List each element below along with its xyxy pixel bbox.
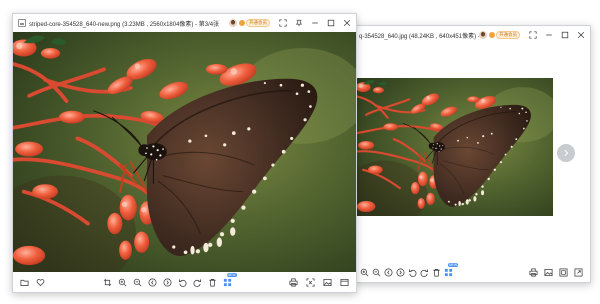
rotate-left-button[interactable] <box>407 267 418 278</box>
butterfly-photo <box>357 78 553 216</box>
new-badge: NEW <box>226 272 237 277</box>
title-bar: striped-core-354528_640-new.png (3.23MB … <box>13 14 356 32</box>
heart-icon <box>36 278 45 286</box>
next-button[interactable] <box>162 277 173 288</box>
user-avatar[interactable] <box>229 19 237 27</box>
fullscreen-toolbar-button[interactable] <box>558 267 569 278</box>
fullscreen-icon <box>340 278 349 286</box>
rotate-right-button[interactable] <box>419 267 430 278</box>
maximize-icon <box>561 31 569 39</box>
zoom-in-button[interactable] <box>359 267 370 278</box>
close-icon <box>343 19 351 27</box>
print-button[interactable] <box>528 267 539 278</box>
minimize-button[interactable] <box>543 29 555 41</box>
crop-button[interactable] <box>102 277 113 288</box>
expand-icon <box>529 31 537 39</box>
fullscreen-button[interactable] <box>527 29 539 41</box>
zoom-out-icon <box>372 268 381 276</box>
print-icon <box>289 278 298 286</box>
print-button[interactable] <box>288 277 299 288</box>
minimize-icon <box>546 34 552 36</box>
zoom-in-icon <box>118 278 126 286</box>
rotate-left-icon <box>178 278 186 287</box>
delete-button[interactable] <box>207 277 218 288</box>
vip-icon <box>489 32 495 38</box>
vip-button[interactable]: 开通会员 <box>496 31 520 39</box>
next-image-button[interactable] <box>557 144 575 162</box>
app-icon <box>18 19 26 27</box>
delete-icon <box>208 278 216 286</box>
butterfly-photo <box>13 32 356 272</box>
expand-icon <box>279 19 287 27</box>
window-title: striped-core-354528_640-new.png (3.23MB … <box>29 21 220 28</box>
zoom-out-button[interactable] <box>371 267 382 278</box>
previous-icon <box>148 278 156 286</box>
new-badge: NEW <box>448 262 459 267</box>
maximize-button[interactable] <box>559 29 571 41</box>
previous-icon <box>384 268 393 276</box>
grid-button[interactable]: NEW <box>443 262 459 278</box>
image-viewport[interactable] <box>357 44 590 262</box>
vip-button[interactable]: 开通会员 <box>246 19 270 27</box>
previous-button[interactable] <box>383 267 394 278</box>
external-icon <box>574 268 583 276</box>
zoom-in-button[interactable] <box>117 277 128 288</box>
previous-button[interactable] <box>147 277 158 288</box>
image-icon <box>323 278 332 286</box>
close-button[interactable] <box>575 29 587 41</box>
fullscreen-icon <box>559 268 568 276</box>
next-button[interactable] <box>395 267 406 278</box>
print-icon <box>529 268 538 276</box>
image-button[interactable] <box>322 277 333 288</box>
fullscreen-button[interactable] <box>277 17 289 29</box>
image-button[interactable] <box>543 267 554 278</box>
rotate-right-icon <box>193 278 201 287</box>
open-external-button[interactable] <box>573 267 584 278</box>
next-icon <box>396 268 405 276</box>
window-title: q-354528_640.jpg (48.24KB , 640x451像素) -… <box>359 33 479 40</box>
rotate-right-icon <box>420 268 429 277</box>
rotate-right-button[interactable] <box>192 277 203 288</box>
image-icon <box>544 268 553 276</box>
close-button[interactable] <box>341 17 353 29</box>
zoom-out-icon <box>133 278 141 286</box>
zoom-in-icon <box>360 268 369 276</box>
grid-icon <box>223 278 231 286</box>
open-folder-button[interactable] <box>19 277 30 288</box>
fit-screen-icon <box>306 278 315 286</box>
close-icon <box>577 31 585 39</box>
chevron-right-icon <box>564 149 569 157</box>
main-viewer-window: striped-core-354528_640-new.png (3.23MB … <box>12 13 357 293</box>
pin-button[interactable] <box>293 17 305 29</box>
minimize-icon <box>312 22 318 24</box>
zoom-out-button[interactable] <box>132 277 143 288</box>
title-bar: q-354528_640.jpg (48.24KB , 640x451像素) -… <box>357 26 590 44</box>
fit-screen-button[interactable] <box>305 277 316 288</box>
rotate-left-icon <box>408 268 417 277</box>
image-viewport[interactable] <box>13 32 356 272</box>
bottom-toolbar: NEW <box>357 262 590 282</box>
second-viewer-window: q-354528_640.jpg (48.24KB , 640x451像素) -… <box>356 25 591 283</box>
grid-button[interactable]: NEW <box>222 272 237 288</box>
rotate-left-button[interactable] <box>177 277 188 288</box>
fullscreen-toolbar-button[interactable] <box>339 277 350 288</box>
bottom-toolbar: NEW <box>13 272 356 292</box>
crop-icon <box>103 278 111 286</box>
minimize-button[interactable] <box>309 17 321 29</box>
delete-icon <box>433 268 440 276</box>
user-avatar[interactable] <box>479 31 487 39</box>
maximize-button[interactable] <box>325 17 337 29</box>
folder-icon <box>20 279 29 286</box>
grid-icon <box>444 268 453 276</box>
favorite-button[interactable] <box>35 277 46 288</box>
maximize-icon <box>327 19 335 27</box>
next-icon <box>163 278 171 286</box>
vip-icon <box>239 20 245 26</box>
pin-icon <box>295 19 303 27</box>
delete-button[interactable] <box>431 267 442 278</box>
